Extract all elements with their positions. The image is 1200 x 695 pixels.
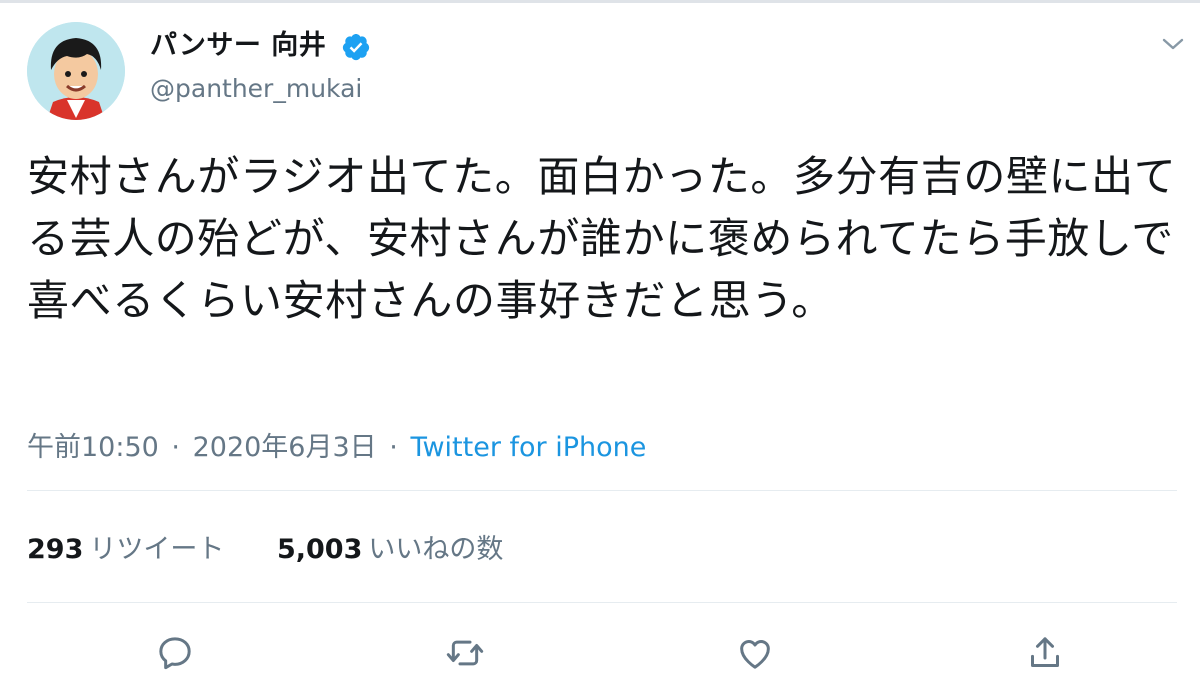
tweet-stats: 293 リツイート 5,003 いいねの数 (27, 530, 503, 570)
separator: · (171, 432, 180, 463)
retweet-button[interactable] (440, 628, 490, 678)
retweets-stat[interactable]: 293 リツイート (27, 530, 224, 570)
tweet-text: 安村さんがラジオ出てた。面白かった。多分有吉の壁に出てる芸人の殆どが、安村さんが… (27, 152, 1177, 325)
divider (27, 490, 1177, 491)
retweets-count: 293 (27, 534, 84, 565)
source-link[interactable]: Twitter for iPhone (410, 432, 646, 463)
reply-button[interactable] (150, 628, 200, 678)
user-handle[interactable]: @panther_mukai (150, 71, 362, 107)
reply-icon (159, 637, 191, 670)
divider (27, 602, 1177, 603)
retweet-icon (446, 640, 484, 666)
likes-stat[interactable]: 5,003 いいねの数 (277, 530, 503, 570)
verified-badge-icon (342, 34, 370, 61)
likes-label: いいねの数 (368, 534, 504, 565)
likes-count: 5,003 (276, 534, 363, 565)
retweets-label: リツイート (89, 534, 225, 565)
avatar[interactable] (27, 22, 125, 120)
like-button[interactable] (730, 628, 780, 678)
tweet-date[interactable]: 2020年6月3日 (193, 432, 377, 463)
tweet-meta: 午前10:50 · 2020年6月3日 · Twitter for iPhone (27, 428, 646, 468)
share-button[interactable] (1020, 628, 1070, 678)
avatar-illustration (27, 22, 125, 120)
tweet-time[interactable]: 午前10:50 (27, 432, 159, 463)
display-name[interactable]: パンサー 向井 (150, 26, 326, 66)
heart-icon (740, 640, 770, 669)
top-border (0, 0, 1200, 3)
chevron-down-icon[interactable] (1160, 34, 1186, 54)
share-icon (1031, 637, 1059, 667)
separator: · (389, 432, 398, 463)
